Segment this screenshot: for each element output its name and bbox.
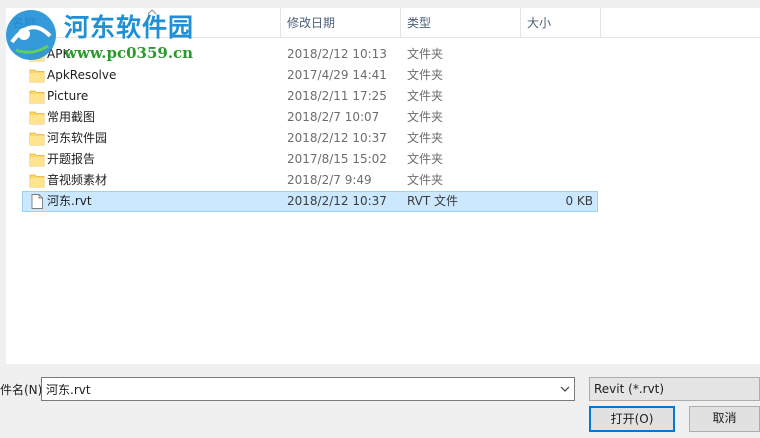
cancel-button-label: 取消 — [712, 411, 737, 425]
file-size — [523, 171, 593, 190]
filename-label: 件名(N): — [0, 383, 47, 397]
watermark-title: 河东软件园 — [64, 13, 195, 42]
file-date: 2018/2/7 9:49 — [287, 173, 372, 187]
file-size: 0 KB — [565, 194, 593, 208]
file-date: 2018/2/11 17:25 — [287, 89, 387, 103]
file-row[interactable]: ApkResolve 2017/4/29 14:41 文件夹 — [22, 65, 598, 86]
file-type: 文件夹 — [407, 131, 444, 145]
column-header-size-label: 大小 — [527, 16, 552, 30]
file-type: 文件夹 — [407, 47, 444, 61]
folder-icon — [29, 90, 45, 104]
file-type: 文件夹 — [407, 68, 444, 82]
file-date: 2018/2/7 10:07 — [287, 110, 380, 124]
file-type: RVT 文件 — [407, 194, 459, 208]
file-row[interactable]: Picture 2018/2/11 17:25 文件夹 — [22, 86, 598, 107]
file-type: 文件夹 — [407, 152, 444, 166]
folder-icon — [29, 153, 45, 167]
file-size — [523, 150, 593, 169]
column-header-date-label: 修改日期 — [287, 16, 336, 30]
folder-icon — [29, 69, 45, 83]
file-date: 2018/2/12 10:37 — [287, 194, 387, 208]
file-icon — [31, 194, 43, 209]
watermark-url: www.pc0359.cn — [64, 44, 194, 62]
file-row[interactable]: 河东软件园 2018/2/12 10:37 文件夹 — [22, 128, 598, 149]
filename-input[interactable] — [41, 377, 575, 401]
file-date: 2018/2/12 10:37 — [287, 131, 387, 145]
file-date: 2018/2/12 10:13 — [287, 47, 387, 61]
file-name: 河东.rvt — [47, 194, 92, 208]
file-date: 2017/8/15 15:02 — [287, 152, 387, 166]
file-size — [523, 108, 593, 127]
column-header-size[interactable]: 大小 — [521, 8, 601, 38]
file-type: 文件夹 — [407, 110, 444, 124]
file-type: 文件夹 — [407, 173, 444, 187]
column-header-type-label: 类型 — [407, 16, 432, 30]
watermark-logo-icon — [6, 10, 56, 60]
file-name: Picture — [47, 89, 89, 103]
open-button[interactable]: 打开(O) — [589, 406, 675, 432]
column-header-type[interactable]: 类型 — [401, 8, 521, 38]
file-type: 文件夹 — [407, 89, 444, 103]
watermark: 河东软件园 www.pc0359.cn — [2, 6, 212, 68]
file-date: 2017/4/29 14:41 — [287, 68, 387, 82]
file-row[interactable]: 开题报告 2017/8/15 15:02 文件夹 — [22, 149, 598, 170]
folder-icon — [29, 132, 45, 146]
file-row[interactable]: 音视频素材 2018/2/7 9:49 文件夹 — [22, 170, 598, 191]
filetype-select-value: Revit (*.rvt) — [594, 382, 665, 396]
file-name: 开题报告 — [47, 152, 96, 166]
file-name: 河东软件园 — [47, 131, 108, 145]
column-header-date[interactable]: 修改日期 — [281, 8, 401, 38]
file-size — [523, 45, 593, 64]
open-button-label: 打开(O) — [610, 412, 654, 426]
file-size — [523, 87, 593, 106]
file-size — [523, 66, 593, 85]
file-name: 音视频素材 — [47, 173, 108, 187]
chevron-down-icon[interactable] — [558, 382, 572, 396]
file-size — [523, 129, 593, 148]
file-name: ApkResolve — [47, 68, 117, 82]
file-row[interactable]: 河东.rvt 2018/2/12 10:37 RVT 文件 0 KB — [22, 191, 598, 212]
cancel-button[interactable]: 取消 — [689, 406, 760, 432]
folder-icon — [29, 174, 45, 188]
filetype-select[interactable]: Revit (*.rvt) — [589, 377, 760, 401]
folder-icon — [29, 111, 45, 125]
file-name: 常用截图 — [47, 110, 96, 124]
file-row[interactable]: 常用截图 2018/2/7 10:07 文件夹 — [22, 107, 598, 128]
